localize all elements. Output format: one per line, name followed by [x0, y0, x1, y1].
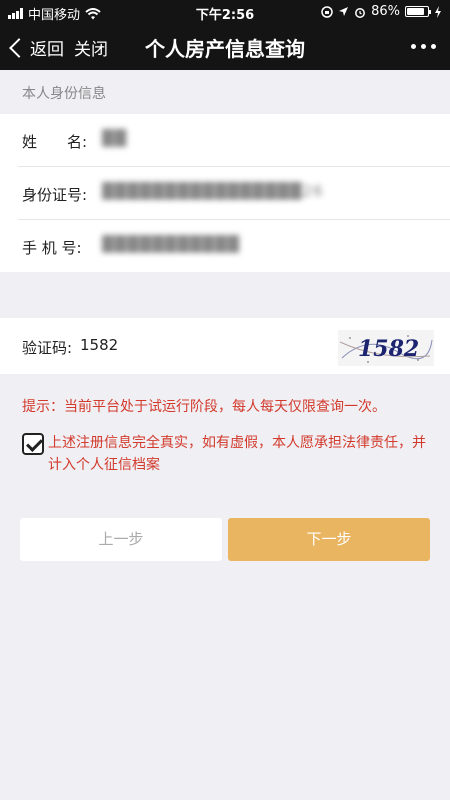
- section-title: 本人身份信息: [22, 86, 106, 102]
- notice-text: 提示：当前平台处于试运行阶段，每人每天仅限查询一次。: [22, 399, 386, 415]
- next-step-button[interactable]: 下一步: [228, 518, 430, 561]
- name-label: 姓 名:: [22, 133, 88, 151]
- phone-label: 手 机 号:: [22, 239, 82, 257]
- phone-row: 手 机 号: ███████████: [0, 220, 450, 272]
- id-number-value: ████████████████26: [102, 182, 324, 200]
- page-title: 个人房产信息查询: [145, 37, 305, 61]
- status-bar: 中国移动 下午2:56 86%: [0, 0, 450, 24]
- captcha-row: 验证码: 1582: [0, 318, 450, 374]
- status-right: 86%: [321, 4, 442, 19]
- agreement-text: 上述注册信息完全真实，如有虚假，本人愿承担法律责任，并计入个人征信档案: [48, 435, 426, 473]
- name-row: 姓 名: ██: [0, 114, 450, 166]
- charging-icon: [435, 5, 441, 18]
- agreement: 上述注册信息完全真实，如有虚假，本人愿承担法律责任，并计入个人征信档案: [22, 432, 432, 480]
- rotation-lock-icon: [321, 5, 333, 18]
- id-number-row: 身份证号: ████████████████26: [0, 167, 450, 219]
- alarm-icon: [355, 7, 366, 18]
- agreement-checkbox[interactable]: [22, 433, 44, 455]
- captcha-image[interactable]: 1582: [338, 330, 434, 366]
- prev-step-button[interactable]: 上一步: [20, 518, 222, 561]
- captcha-label: 验证码:: [22, 339, 73, 357]
- battery-icon: [405, 6, 431, 17]
- id-number-label: 身份证号:: [22, 186, 88, 204]
- nav-bar: 返回 关闭 个人房产信息查询: [0, 24, 450, 70]
- identity-section-header: 本人身份信息: [0, 70, 450, 114]
- battery-percent: 86%: [371, 4, 400, 19]
- identity-info-group: 姓 名: ██ 身份证号: ████████████████26 手 机 号: …: [0, 114, 450, 272]
- captcha-input[interactable]: [80, 333, 280, 357]
- location-icon: [339, 7, 349, 16]
- more-dots-icon[interactable]: [411, 44, 436, 49]
- name-value: ██: [102, 129, 128, 147]
- phone-value: ███████████: [102, 235, 240, 253]
- captcha-image-text: 1582: [358, 336, 420, 362]
